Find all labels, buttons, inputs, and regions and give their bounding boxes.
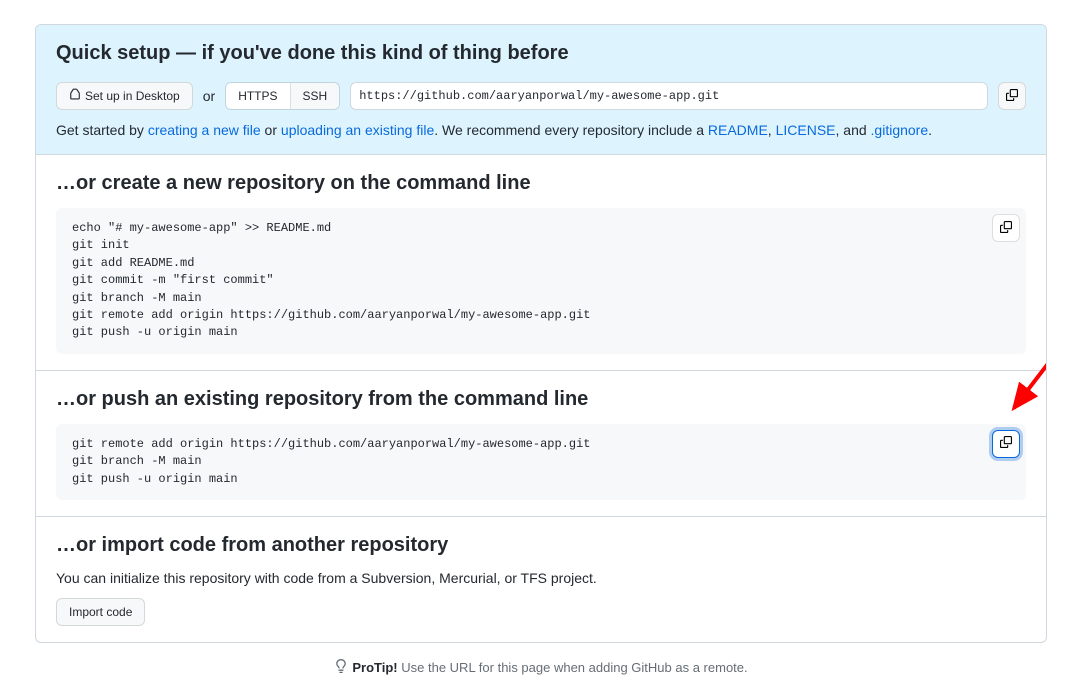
quick-setup-section: Quick setup — if you've done this kind o… [36, 25, 1046, 155]
setup-row: Set up in Desktop or HTTPS SSH [56, 82, 1026, 110]
create-repo-code-wrapper: echo "# my-awesome-app" >> README.md git… [56, 208, 1026, 354]
protocol-toggle: HTTPS SSH [225, 82, 340, 110]
desktop-icon [69, 86, 81, 106]
protip-text: Use the URL for this page when adding Gi… [398, 660, 748, 675]
setup-desktop-label: Set up in Desktop [85, 86, 180, 106]
repo-url-input[interactable] [350, 82, 988, 110]
upload-file-link[interactable]: uploading an existing file [281, 122, 434, 138]
create-repo-code[interactable]: echo "# my-awesome-app" >> README.md git… [56, 208, 1026, 354]
ssh-toggle[interactable]: SSH [291, 83, 340, 109]
push-repo-code-wrapper: git remote add origin https://github.com… [56, 424, 1026, 500]
import-repo-section: …or import code from another repository … [36, 517, 1046, 642]
clipboard-icon [1006, 89, 1018, 104]
gitignore-link[interactable]: .gitignore [871, 122, 929, 138]
clipboard-icon [1000, 436, 1012, 451]
protip-footer: ProTip! Use the URL for this page when a… [24, 659, 1058, 676]
push-repo-heading: …or push an existing repository from the… [56, 387, 1026, 412]
readme-link[interactable]: README [708, 122, 768, 138]
clipboard-icon [1000, 221, 1012, 236]
license-link[interactable]: LICENSE [776, 122, 836, 138]
or-separator: or [203, 88, 215, 104]
push-repo-section: …or push an existing repository from the… [36, 371, 1046, 517]
import-repo-heading: …or import code from another repository [56, 533, 1026, 558]
copy-push-repo-button[interactable] [992, 430, 1020, 458]
create-repo-section: …or create a new repository on the comma… [36, 155, 1046, 371]
setup-desktop-button[interactable]: Set up in Desktop [56, 82, 193, 110]
repo-setup-container: Quick setup — if you've done this kind o… [35, 24, 1047, 643]
copy-create-repo-button[interactable] [992, 214, 1020, 242]
protip-label: ProTip! [352, 660, 397, 675]
create-repo-heading: …or create a new repository on the comma… [56, 171, 1026, 196]
https-toggle[interactable]: HTTPS [226, 83, 290, 109]
create-file-link[interactable]: creating a new file [148, 122, 261, 138]
import-repo-description: You can initialize this repository with … [56, 570, 1026, 586]
copy-url-button[interactable] [998, 82, 1026, 110]
quick-setup-description: Get started by creating a new file or up… [56, 122, 1026, 138]
import-code-button[interactable]: Import code [56, 598, 145, 626]
lightbulb-icon [334, 659, 348, 676]
push-repo-code[interactable]: git remote add origin https://github.com… [56, 424, 1026, 500]
quick-setup-heading: Quick setup — if you've done this kind o… [56, 41, 1026, 66]
